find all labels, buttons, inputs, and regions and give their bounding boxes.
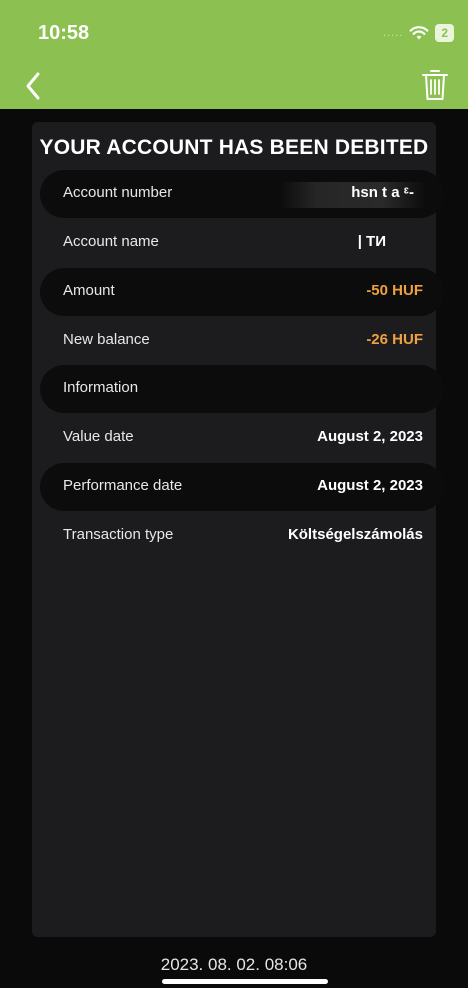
battery-indicator: 2 <box>435 24 454 42</box>
new-balance-value: -26 HUF <box>366 331 423 348</box>
home-indicator[interactable] <box>162 979 328 984</box>
transaction-card: YOUR ACCOUNT HAS BEEN DEBITED Account nu… <box>32 122 444 937</box>
row-transaction-type: Transaction type Költségelszámolás <box>40 512 444 560</box>
back-arrow-icon[interactable] <box>22 70 46 102</box>
amount-label: Amount <box>63 282 115 299</box>
information-label: Information <box>63 379 139 396</box>
signal-icon: ..... <box>383 27 404 39</box>
transaction-timestamp: 2023. 08. 02. 08:06 <box>160 955 308 974</box>
row-performance-date: Performance date August 2, 2023 <box>40 463 444 511</box>
status-time: 10:58 <box>38 22 90 44</box>
row-value-date: Value date August 2, 2023 <box>40 414 444 462</box>
account-name-value: | TИ <box>357 233 386 250</box>
value-date-value: August 2, 2023 <box>317 428 423 445</box>
card-title: YOUR ACCOUNT HAS BEEN DEBITED <box>39 136 429 159</box>
account-number-label: Account number <box>63 184 173 201</box>
new-balance-label: New balance <box>63 331 150 348</box>
app-header: 10:58 ..... 2 <box>0 0 468 109</box>
transaction-type-value: Költségelszámolás <box>287 526 423 543</box>
row-amount: Amount -50 HUF <box>40 268 444 316</box>
account-name-label: Account name <box>63 233 159 250</box>
account-number-value: hsn t a ᵋ- <box>351 184 414 201</box>
row-account-name: Account name | TИ <box>40 219 444 267</box>
performance-date-label: Performance date <box>63 477 183 494</box>
status-indicators: ..... 2 <box>383 24 454 42</box>
performance-date-value: August 2, 2023 <box>317 477 423 494</box>
wifi-icon <box>409 26 429 40</box>
row-new-balance: New balance -26 HUF <box>40 317 444 365</box>
trash-icon[interactable] <box>420 68 450 102</box>
transaction-type-label: Transaction type <box>63 526 174 543</box>
value-date-label: Value date <box>63 428 134 445</box>
row-information: Information <box>40 365 444 413</box>
amount-value: -50 HUF <box>366 282 423 299</box>
row-account-number: Account number hsn t a ᵋ- <box>40 170 444 218</box>
